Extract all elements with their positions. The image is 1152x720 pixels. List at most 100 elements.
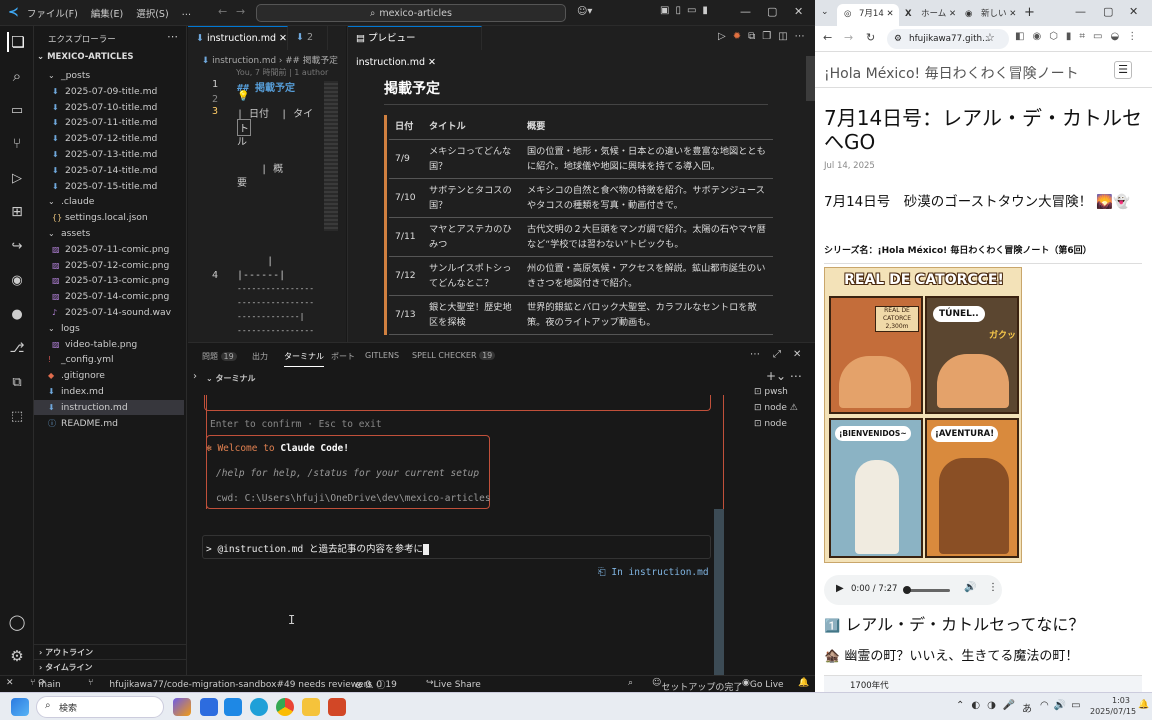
maximize-panel-icon[interactable]: ⤢ (773, 349, 781, 360)
split-icon[interactable]: ◫ (778, 31, 794, 42)
file-item[interactable]: ⬇ 2025-07-10-title.md (52, 100, 157, 115)
terminal[interactable]: Enter to confirm · Esc to exit ✻ Welcome… (202, 395, 724, 676)
maximize-button[interactable]: ▢ (767, 5, 777, 18)
menu-edit[interactable]: 編集(E) (91, 6, 123, 20)
live-share-status[interactable]: ↪ Live Share (426, 678, 481, 690)
file-item[interactable]: ▨ 2025-07-14-comic.png (52, 289, 169, 304)
branch-status[interactable]: ⑂ main ⟳ (30, 678, 61, 690)
hamburger-menu-icon[interactable]: ☰ (1114, 61, 1132, 79)
containers-icon[interactable]: ⧉ (7, 372, 27, 392)
terminal-scrollbar[interactable] (714, 509, 724, 676)
vscode-app-icon[interactable] (224, 698, 242, 716)
session-pwsh[interactable]: ⊡ pwsh (754, 387, 815, 403)
menu-select[interactable]: 選択(S) (136, 6, 168, 20)
run-debug-icon[interactable]: ▷ (7, 168, 27, 188)
code-line-4d[interactable]: -------------| (237, 312, 304, 321)
code-line-4e[interactable]: ---------------- (237, 326, 314, 335)
browser-tab-active[interactable]: ◎ 7月14 ✕ (837, 4, 899, 26)
tab-close-icon[interactable]: ✕ (428, 57, 436, 68)
open-preview-icon[interactable]: ⧉ (748, 31, 762, 42)
tab-spell-checker[interactable]: SPELL CHECKER 19 (412, 351, 496, 360)
explorer-root[interactable]: ⌄ MEXICO-ARTICLES (37, 52, 134, 62)
extension-icons[interactable]: ◧◉⬡▮⌗▭◒⋮ (1015, 31, 1145, 42)
tab-terminal[interactable]: ターミナル (284, 351, 324, 367)
ime-indicator[interactable]: あ (1022, 700, 1032, 715)
new-terminal-icon[interactable]: +⌄ ⋯ (766, 369, 802, 383)
file-item[interactable]: ⓘ README.md (48, 416, 118, 431)
session-node-2[interactable]: ⊡ node (754, 419, 815, 435)
edge-app-icon[interactable] (250, 698, 268, 716)
audio-player[interactable]: ▶ 0:00 / 7:27 🔊 ⋮ (824, 575, 1002, 605)
explorer-more-icon[interactable]: ⋯ (167, 30, 178, 43)
copilot-icon[interactable]: ☺▾ (577, 6, 592, 17)
explorer-icon[interactable]: ❏ (7, 32, 27, 52)
code-line-4c[interactable]: ---------------- (237, 298, 314, 307)
source-control-icon[interactable]: ⑂ (7, 134, 27, 154)
audio-knob[interactable] (903, 586, 911, 594)
git-graph-icon[interactable]: ⎇ (7, 338, 27, 358)
file-item[interactable]: {} settings.local.json (52, 210, 148, 225)
more-actions-icon[interactable]: ⋯ (795, 31, 812, 42)
file-item[interactable]: ⬇ 2025-07-12-title.md (52, 131, 157, 146)
problems-status[interactable]: ⊗ 0 ⚠ 0 ⓘ 19 (355, 678, 397, 691)
copy-icon[interactable]: ❐ (762, 31, 778, 42)
close-panel-icon[interactable]: ✕ (793, 349, 801, 360)
panel-more-icon[interactable]: ⋯ (750, 349, 760, 360)
menu-file[interactable]: ファイル(F) (27, 6, 78, 20)
prompt-input[interactable]: > @instruction.md と過去記事の内容を参考に (206, 541, 429, 555)
tray-icons[interactable]: ⌃◐◑🎤 (956, 700, 1022, 711)
file-item[interactable]: ! _config.yml (48, 352, 114, 367)
new-tab-button[interactable]: + (1024, 5, 1035, 20)
editor-actions[interactable]: ▷✹⧉❐◫⋯ (718, 31, 812, 42)
setup-status[interactable]: ☺ セットアップの完了 (652, 678, 742, 693)
timeline-section[interactable]: › タイムライン (34, 659, 187, 674)
file-item[interactable]: ⬇ instruction.md (34, 399, 184, 415)
github-icon[interactable]: ● (7, 304, 27, 324)
forward-icon[interactable]: → (844, 31, 853, 44)
tab-close-icon[interactable]: ✕ (1009, 9, 1016, 19)
minimize-button[interactable]: — (740, 5, 751, 18)
volume-icon[interactable]: 🔊 (964, 582, 976, 593)
file-item[interactable]: ⬇ 2025-07-14-title.md (52, 163, 157, 178)
browser-tab-2[interactable]: X ホーム ✕ (899, 4, 959, 26)
file-item[interactable]: ⬇ 2025-07-15-title.md (52, 179, 157, 194)
layout-icons[interactable]: ▣▯▭▮ (660, 5, 714, 16)
back-arrow-icon[interactable]: ← (218, 5, 227, 18)
search-icon[interactable]: ⌕ (7, 66, 27, 86)
notifications-icon[interactable]: 🔔 (798, 678, 809, 688)
session-node-1[interactable]: ⊡ node ⚠ (754, 403, 815, 419)
tab-second[interactable]: ⬇ 2 (288, 26, 328, 50)
code-line-bulb[interactable]: 💡 (237, 91, 249, 102)
bookmark-star-icon[interactable]: ☆ (985, 31, 995, 44)
tab-instruction-md[interactable]: ⬇ instruction.md ✕ (188, 26, 288, 50)
file-item[interactable]: ▨ video-table.png (52, 337, 137, 352)
tab-search-icon[interactable]: ⌄ (821, 7, 829, 17)
tab-close-icon[interactable]: ✕ (886, 9, 893, 19)
clock-date[interactable]: 2025/07/15 (1090, 707, 1136, 716)
folder-item[interactable]: ⌄ _posts (48, 68, 90, 83)
chrome-app-icon[interactable] (276, 698, 294, 716)
file-item[interactable]: ▨ 2025-07-11-comic.png (52, 242, 169, 257)
powerpoint-app-icon[interactable] (328, 698, 346, 716)
file-item[interactable]: ⬇ 2025-07-11-title.md (52, 115, 157, 130)
menu-more[interactable]: … (182, 7, 192, 18)
network-icons[interactable]: ◠🔊▭ (1040, 700, 1086, 711)
remote-icon[interactable]: ✕ (6, 678, 14, 688)
start-icon[interactable] (11, 698, 29, 716)
outline-section[interactable]: › アウトライン (34, 644, 187, 659)
folder-item[interactable]: ⌄ logs (48, 321, 80, 336)
code-line-3f[interactable]: | (237, 256, 273, 267)
taskbar-search[interactable]: ⌕ 検索 (36, 696, 164, 718)
file-item[interactable]: ◆ .gitignore (48, 368, 105, 383)
tab-preview[interactable]: ▤ プレビュー instruction.md ✕ (348, 26, 482, 68)
settings-gear-icon[interactable]: ⚙ (7, 646, 27, 666)
code-line-3a[interactable]: | 日付 | タイ (237, 105, 313, 120)
terminal-collapse-icon[interactable]: › (193, 371, 197, 382)
live-share-icon[interactable]: ↪ (7, 236, 27, 256)
reload-icon[interactable]: ↻ (866, 31, 875, 44)
code-line-3c[interactable]: ル (237, 133, 247, 148)
folder-item[interactable]: ⌄ assets (48, 226, 90, 241)
forward-arrow-icon[interactable]: → (236, 5, 245, 18)
code-line-3e[interactable]: 要 (237, 174, 247, 189)
browser-maximize[interactable]: ▢ (1103, 5, 1113, 18)
